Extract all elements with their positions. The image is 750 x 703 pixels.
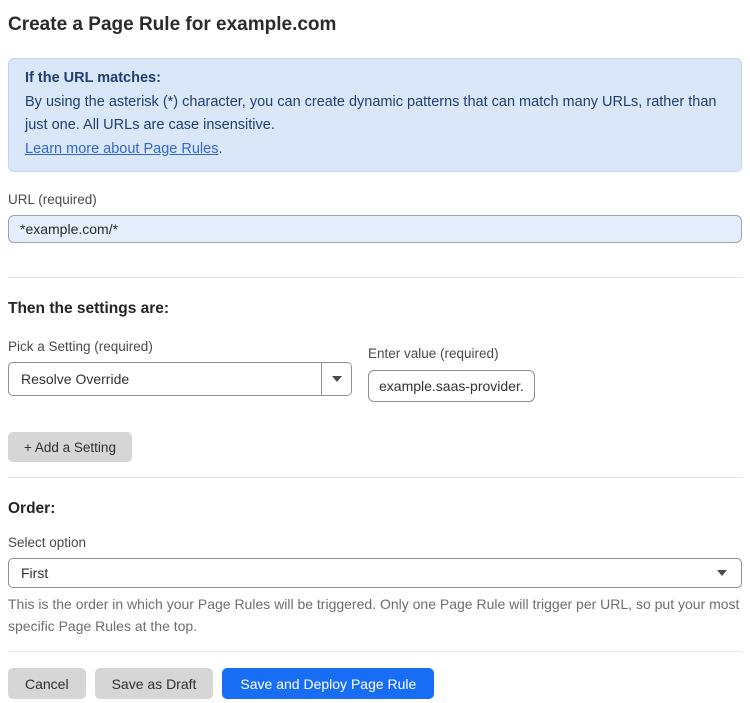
url-input[interactable] <box>8 215 742 243</box>
divider <box>8 277 742 278</box>
setting-select[interactable]: Resolve Override <box>8 362 352 396</box>
setting-select-arrow-button[interactable] <box>321 363 351 395</box>
add-setting-button[interactable]: + Add a Setting <box>8 432 132 462</box>
settings-row: Pick a Setting (required) Resolve Overri… <box>8 339 742 402</box>
page-title: Create a Page Rule for example.com <box>8 14 337 35</box>
cancel-button[interactable]: Cancel <box>8 668 86 699</box>
save-as-draft-button[interactable]: Save as Draft <box>94 668 214 699</box>
setting-select-value: Resolve Override <box>21 371 130 387</box>
url-match-info-box: If the URL matches: By using the asteris… <box>8 58 742 172</box>
order-select[interactable]: First <box>8 558 742 588</box>
divider <box>8 477 742 478</box>
save-and-deploy-button[interactable]: Save and Deploy Page Rule <box>222 668 435 699</box>
link-suffix: . <box>218 140 223 157</box>
info-box-body: By using the asterisk (*) character, you… <box>25 93 717 134</box>
learn-more-link[interactable]: Learn more about Page Rules <box>25 141 218 157</box>
footer-actions: Cancel Save as Draft Save and Deploy Pag… <box>8 668 742 699</box>
value-field-label: Enter value (required) <box>368 346 499 361</box>
settings-section-heading: Then the settings are: <box>8 300 170 317</box>
page-rule-form: Create a Page Rule for example.com If th… <box>0 12 750 699</box>
setting-value-input[interactable] <box>368 370 535 402</box>
chevron-down-icon <box>717 570 727 576</box>
setting-value-column: Enter value (required) <box>368 346 535 402</box>
setting-select-column: Pick a Setting (required) Resolve Overri… <box>8 339 352 396</box>
order-help-text: This is the order in which your Page Rul… <box>8 596 740 634</box>
order-select-value: First <box>21 565 49 581</box>
order-select-label: Select option <box>8 535 87 550</box>
info-box-link-line: Learn more about Page Rules. <box>25 138 725 162</box>
divider <box>8 651 742 652</box>
setting-select-label: Pick a Setting (required) <box>8 339 153 354</box>
order-section-heading: Order: <box>8 500 56 517</box>
info-box-heading: If the URL matches: <box>25 70 161 86</box>
url-field-label: URL (required) <box>8 192 97 207</box>
chevron-down-icon <box>331 376 342 382</box>
